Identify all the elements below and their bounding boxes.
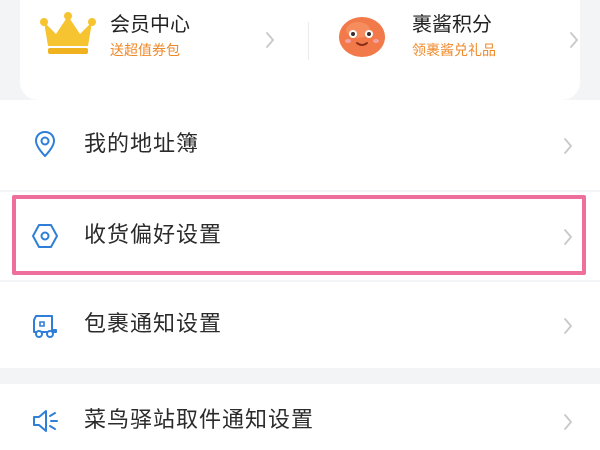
parcel-notification-label: 包裹通知设置 [84,312,223,337]
crown-icon [40,12,96,54]
address-book-item[interactable]: 我的地址簿 [0,100,600,190]
chevron-right-icon [564,318,572,334]
member-card: 会员中心 送超值券包 裹酱积分 领裹酱兑礼品 [20,0,580,100]
membership-center-entry[interactable]: 会员中心 送超值券包 [20,0,290,84]
station-pickup-notification-label: 菜鸟驿站取件通知设置 [84,408,315,433]
chevron-right-icon [564,138,572,154]
points-title: 裹酱积分 [412,12,492,36]
points-subtitle: 领裹酱兑礼品 [412,43,496,59]
delivery-preference-label: 收货偏好设置 [84,223,223,248]
membership-subtitle: 送超值券包 [110,43,180,59]
membership-title: 会员中心 [110,12,190,36]
settings-page: 会员中心 送超值券包 裹酱积分 领裹酱兑礼品 我的地址簿 收货偏好设置 包裹通知… [0,0,600,450]
parcel-notification-item[interactable]: 包裹通知设置 [0,282,600,368]
station-pickup-notification-item[interactable]: 菜鸟驿站取件通知设置 [0,384,600,450]
mascot-icon [339,17,385,57]
chevron-right-icon [570,32,578,48]
address-book-label: 我的地址簿 [84,132,200,157]
station-settings-list: 菜鸟驿站取件通知设置 [0,384,600,450]
speaker-icon [33,410,58,432]
delivery-preference-item[interactable]: 收货偏好设置 [0,192,600,280]
location-pin-icon [35,131,55,157]
settings-list: 我的地址簿 收货偏好设置 包裹通知设置 [0,100,600,368]
chevron-right-icon [564,229,572,245]
points-entry[interactable]: 裹酱积分 领裹酱兑礼品 [290,0,580,84]
chevron-right-icon [266,32,274,48]
chevron-right-icon [564,414,572,430]
delivery-truck-icon [33,315,57,338]
hexagon-icon [32,224,58,248]
